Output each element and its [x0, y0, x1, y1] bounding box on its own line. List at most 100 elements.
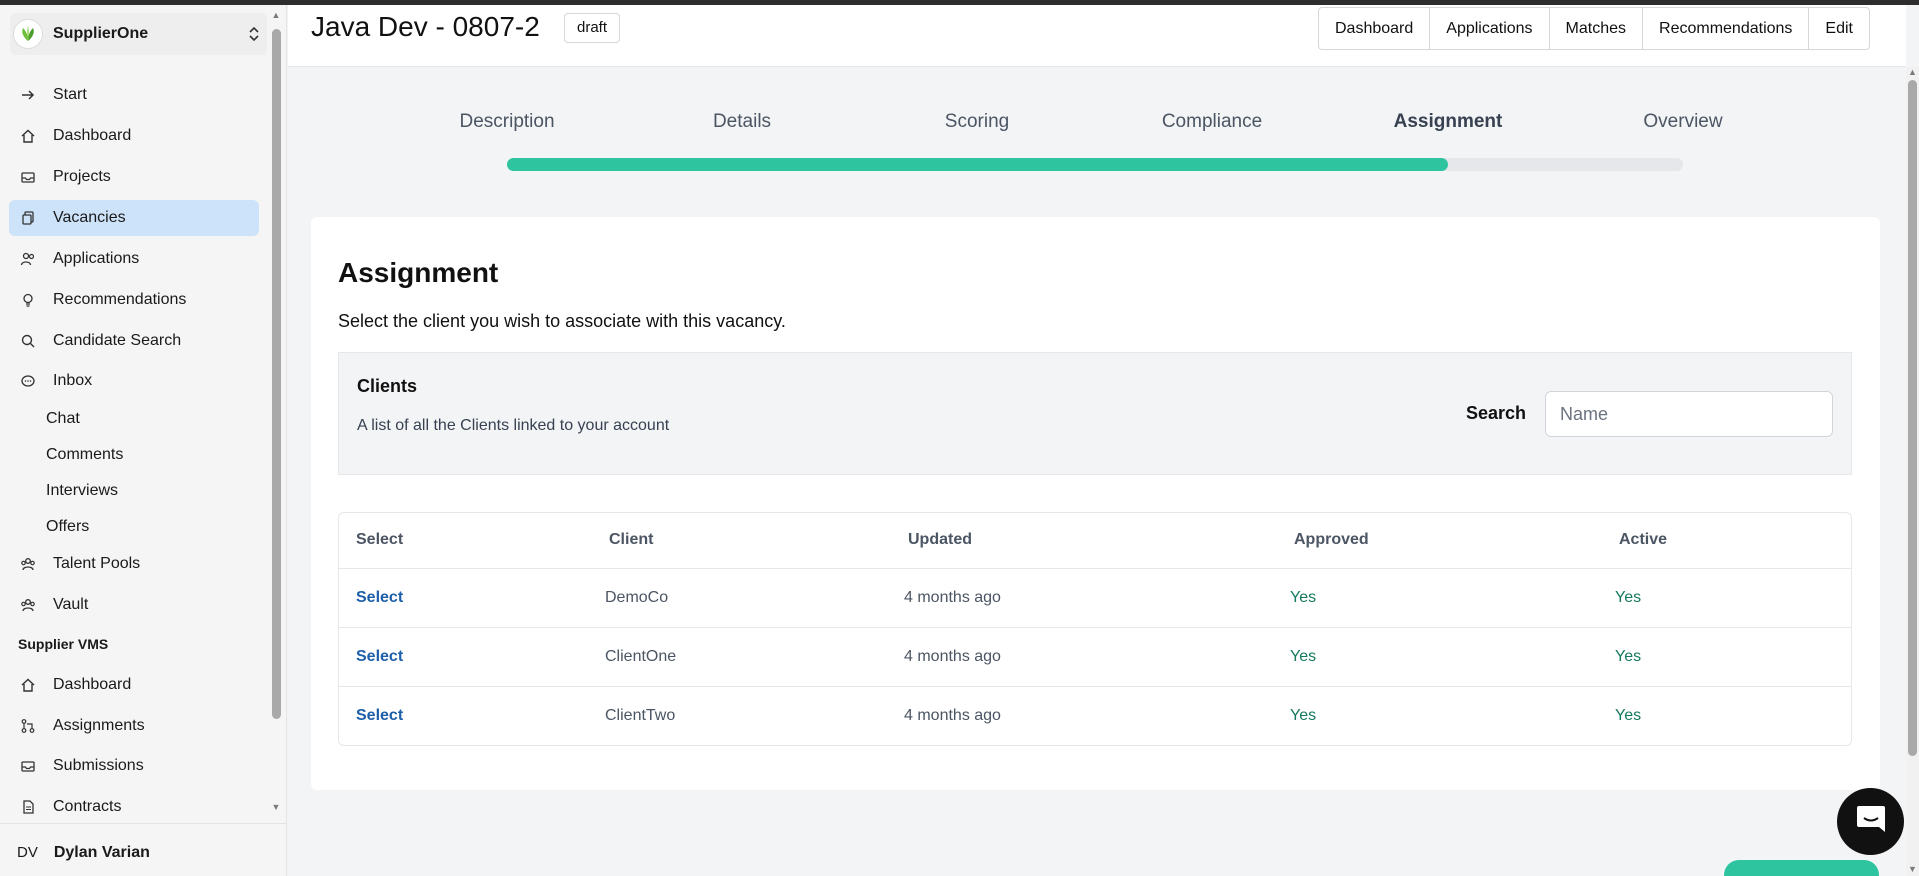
sidebar-item-recommendations[interactable]: Recommendations: [9, 282, 259, 318]
inbox-icon: [19, 757, 37, 775]
sidebar-item-inbox[interactable]: Inbox: [9, 363, 259, 399]
sidebar-item-talent-pools[interactable]: Talent Pools: [9, 546, 259, 582]
matches-button[interactable]: Matches: [1548, 8, 1642, 49]
sidebar-item-vacancies[interactable]: Vacancies: [9, 200, 259, 236]
step-compliance[interactable]: Compliance: [1162, 111, 1262, 133]
sidebar-scrollbar[interactable]: [272, 29, 281, 719]
chat-icon: [1854, 803, 1888, 840]
org-switcher[interactable]: SupplierOne: [10, 13, 267, 55]
approved-value: Yes: [1290, 589, 1317, 606]
recommendations-button[interactable]: Recommendations: [1642, 8, 1808, 49]
sidebar-item-label: Recommendations: [53, 291, 187, 308]
sidebar-item-label: Talent Pools: [53, 555, 141, 572]
sidebar-item-vault[interactable]: Vault: [9, 587, 259, 623]
home-icon: [19, 676, 37, 694]
branch-icon: [19, 717, 37, 735]
sidebar-item-submissions[interactable]: Submissions: [9, 748, 259, 784]
scrollbar-thumb[interactable]: [1908, 80, 1917, 756]
search-label: Search: [1465, 403, 1526, 423]
sidebar-item-label: Inbox: [53, 372, 93, 389]
vault-icon: [19, 596, 37, 614]
updated-time: 4 months ago: [904, 648, 1001, 665]
sidebar-item-label: Projects: [53, 168, 111, 185]
sidebar-item-label: Start: [53, 86, 87, 103]
column-header-updated: Updated: [908, 531, 972, 548]
documents-icon: [19, 209, 37, 227]
sidebar-subitem-comments[interactable]: Comments: [46, 446, 123, 464]
user-profile[interactable]: DV Dylan Varian: [0, 823, 287, 876]
org-logo: [13, 19, 43, 49]
chat-widget-button[interactable]: [1837, 788, 1904, 855]
edit-button[interactable]: Edit: [1808, 8, 1869, 49]
progress-bar: [507, 158, 1683, 171]
sidebar-item-start[interactable]: Start: [9, 77, 259, 113]
step-overview[interactable]: Overview: [1643, 111, 1722, 133]
sidebar-item-label: Applications: [53, 250, 140, 267]
sidebar-item-applications[interactable]: Applications: [9, 241, 259, 277]
user-name: Dylan Varian: [53, 843, 150, 861]
scroll-down-icon[interactable]: ▼: [1906, 864, 1919, 874]
sidebar-item-label: Vault: [53, 596, 89, 613]
progress-fill: [507, 158, 1448, 171]
sidebar-item-label: Submissions: [53, 757, 144, 774]
chat-bubble-icon: [19, 372, 37, 390]
home-icon: [19, 127, 37, 145]
column-header-select: Select: [356, 531, 404, 548]
sidebar-subitem-interviews[interactable]: Interviews: [46, 482, 118, 500]
page-scrollbar[interactable]: ▲ ▼: [1906, 67, 1919, 876]
lightbulb-icon: [19, 291, 37, 309]
clients-panel: Clients A list of all the Clients linked…: [338, 352, 1852, 475]
step-description[interactable]: Description: [459, 111, 554, 133]
scroll-up-icon[interactable]: ▲: [1906, 67, 1919, 77]
updated-time: 4 months ago: [904, 707, 1001, 724]
sidebar: SupplierOne Start Dashboard Projects Vac…: [0, 5, 287, 876]
sidebar-subitem-chat[interactable]: Chat: [46, 410, 80, 428]
arrow-right-icon: [19, 86, 37, 104]
search-icon: [19, 332, 37, 350]
sidebar-item-assignments[interactable]: Assignments: [9, 708, 259, 744]
dashboard-button[interactable]: Dashboard: [1319, 8, 1429, 49]
approved-value: Yes: [1290, 648, 1317, 665]
search-input[interactable]: [1545, 391, 1833, 437]
sidebar-item-label: Vacancies: [53, 209, 126, 226]
select-link[interactable]: Select: [356, 589, 403, 607]
select-link[interactable]: Select: [356, 648, 403, 666]
active-value: Yes: [1615, 589, 1642, 606]
active-value: Yes: [1615, 648, 1642, 665]
active-value: Yes: [1615, 707, 1642, 724]
sidebar-scroll-up-icon[interactable]: ▲: [270, 10, 282, 20]
sidebar-item-dashboard[interactable]: Dashboard: [9, 118, 259, 154]
sidebar-item-label: Dashboard: [53, 127, 132, 144]
select-link[interactable]: Select: [356, 707, 403, 725]
primary-action-button[interactable]: [1724, 860, 1879, 876]
step-assignment[interactable]: Assignment: [1394, 111, 1503, 133]
sidebar-section-title: Supplier VMS: [18, 636, 109, 652]
table-row: Select DemoCo 4 months ago Yes Yes: [339, 568, 1851, 627]
clients-subtitle: A list of all the Clients linked to your…: [357, 417, 670, 434]
sidebar-item-label: Candidate Search: [53, 332, 182, 349]
pools-icon: [19, 555, 37, 573]
step-details[interactable]: Details: [713, 111, 771, 133]
chevron-up-down-icon[interactable]: [247, 25, 261, 48]
sidebar-subitem-offers[interactable]: Offers: [46, 518, 89, 536]
client-name: DemoCo: [605, 589, 669, 606]
main-content: Description Details Scoring Compliance A…: [288, 68, 1906, 876]
sidebar-item-vms-dashboard[interactable]: Dashboard: [9, 667, 259, 703]
approved-value: Yes: [1290, 707, 1317, 724]
table-row: Select ClientTwo 4 months ago Yes Yes: [339, 686, 1851, 745]
sidebar-item-contracts[interactable]: Contracts: [9, 789, 259, 825]
client-name: ClientTwo: [605, 707, 676, 724]
table-row: Select ClientOne 4 months ago Yes Yes: [339, 627, 1851, 686]
applications-button[interactable]: Applications: [1429, 8, 1548, 49]
sidebar-item-candidate-search[interactable]: Candidate Search: [9, 323, 259, 359]
org-name: SupplierOne: [53, 25, 149, 42]
sidebar-item-projects[interactable]: Projects: [9, 159, 259, 195]
step-scoring[interactable]: Scoring: [945, 111, 1009, 133]
section-description: Select the client you wish to associate …: [338, 311, 786, 331]
sidebar-item-label: Dashboard: [53, 676, 132, 693]
sidebar-item-label: Contracts: [53, 798, 122, 815]
header-button-group: Dashboard Applications Matches Recommend…: [1317, 7, 1870, 50]
sidebar-scroll-down-icon[interactable]: ▼: [270, 802, 282, 812]
column-header-approved: Approved: [1294, 531, 1369, 548]
section-title: Assignment: [338, 257, 499, 288]
